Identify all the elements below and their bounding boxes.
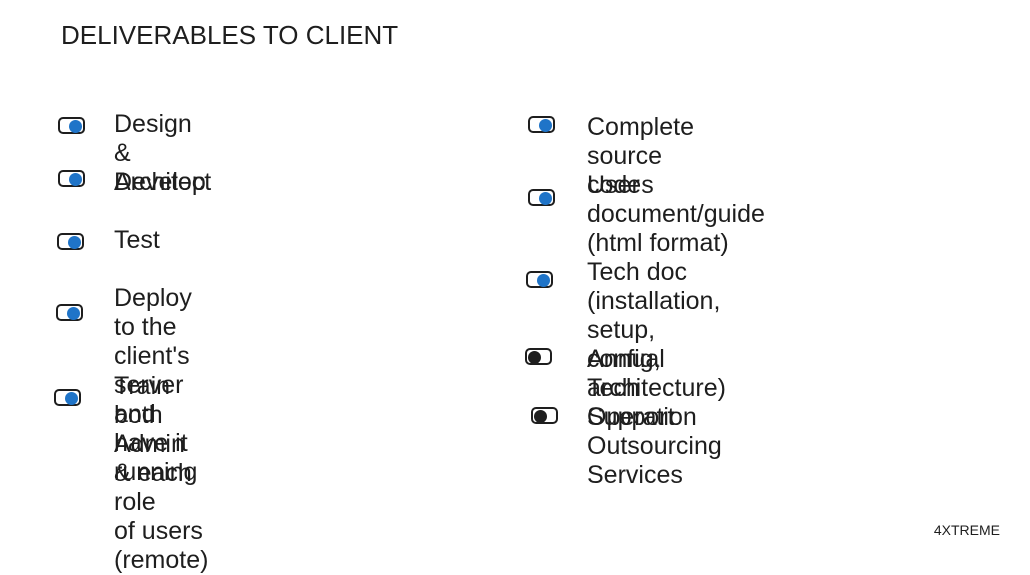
toggle-icon[interactable] — [531, 407, 558, 424]
toggle-icon[interactable] — [54, 389, 81, 406]
toggle-knob — [537, 274, 550, 287]
page-title: DELIVERABLES TO CLIENT — [61, 20, 399, 50]
toggle-icon[interactable] — [528, 189, 555, 206]
toggle-icon[interactable] — [58, 117, 85, 134]
toggle-knob — [68, 236, 81, 249]
item-label: Operation Outsourcing Services — [587, 403, 722, 489]
toggle-knob — [69, 173, 82, 186]
item-label: Test — [114, 226, 160, 254]
toggle-icon[interactable] — [525, 348, 552, 365]
item-label: Develop — [114, 168, 206, 196]
toggle-icon[interactable] — [57, 233, 84, 250]
toggle-icon[interactable] — [526, 271, 553, 288]
toggle-knob — [69, 120, 82, 133]
toggle-knob — [539, 192, 552, 205]
toggle-knob — [539, 119, 552, 132]
item-label: Train both Admin & each role of users (r… — [114, 372, 209, 574]
toggle-icon[interactable] — [528, 116, 555, 133]
toggle-icon[interactable] — [58, 170, 85, 187]
toggle-knob — [534, 410, 547, 423]
toggle-knob — [65, 392, 78, 405]
item-label: User document/guide (html format) — [587, 171, 765, 257]
toggle-knob — [528, 351, 541, 364]
footer-brand: 4XTREME — [933, 522, 1000, 538]
toggle-icon[interactable] — [56, 304, 83, 321]
toggle-knob — [67, 307, 80, 320]
